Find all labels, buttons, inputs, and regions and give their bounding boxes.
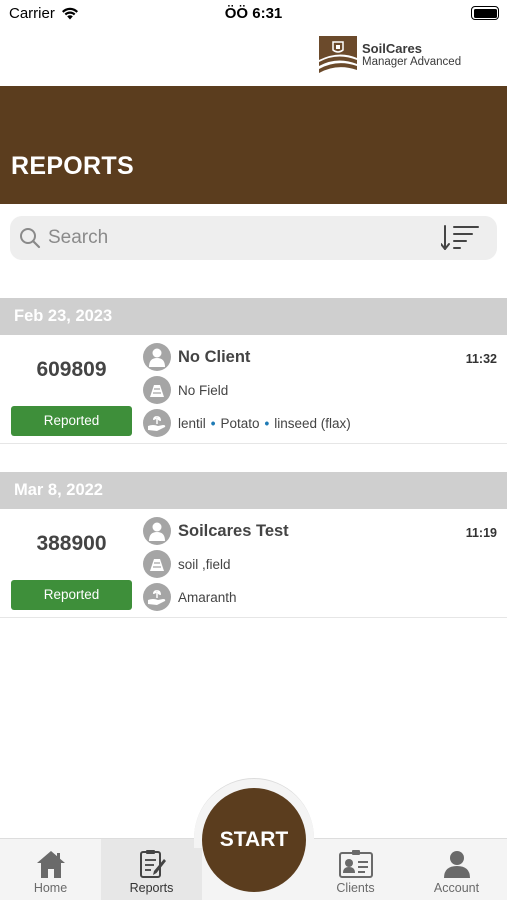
field-icon bbox=[143, 376, 171, 404]
crop-hand-icon bbox=[143, 583, 171, 611]
field-name: soil ,field bbox=[178, 556, 231, 572]
crop-name: lentil bbox=[178, 415, 206, 431]
brand-subtitle: Manager Advanced bbox=[362, 55, 462, 68]
reports-icon bbox=[139, 850, 166, 878]
field-row: No Field bbox=[143, 376, 228, 404]
crop-separator: • bbox=[210, 415, 216, 431]
tab-label: Account bbox=[433, 881, 480, 895]
crop-list: lentil • Potato • linseed (flax) bbox=[178, 416, 351, 431]
tab-account[interactable]: Account bbox=[406, 839, 507, 900]
status-bar: Carrier ÖÖ 6:31 bbox=[0, 0, 507, 28]
tab-label: Reports bbox=[129, 881, 174, 895]
client-name: Soilcares Test bbox=[178, 521, 289, 540]
page-title: REPORTS bbox=[11, 152, 134, 180]
soilcares-logo-icon bbox=[319, 36, 357, 74]
crop-name: linseed (flax) bbox=[274, 415, 351, 431]
crop-hand-icon bbox=[143, 409, 171, 437]
crops-row: lentil • Potato • linseed (flax) bbox=[143, 409, 351, 437]
crop-name: Amaranth bbox=[178, 589, 237, 605]
search-bar bbox=[10, 216, 497, 260]
tab-reports[interactable]: Reports bbox=[101, 839, 202, 900]
report-time: 11:32 bbox=[465, 352, 497, 366]
tab-clients[interactable]: Clients bbox=[305, 839, 406, 900]
tab-label: Clients bbox=[336, 881, 375, 895]
client-row: No Client bbox=[143, 343, 250, 371]
client-row: Soilcares Test bbox=[143, 517, 289, 545]
client-person-icon bbox=[143, 517, 171, 545]
crop-separator: • bbox=[264, 415, 270, 431]
crops-row: Amaranth bbox=[143, 583, 237, 611]
header-band: REPORTS bbox=[0, 86, 507, 204]
brand-logo: SoilCares Manager Advanced bbox=[319, 36, 461, 74]
account-icon bbox=[443, 851, 470, 878]
clients-icon bbox=[338, 850, 373, 878]
battery-icon bbox=[471, 6, 499, 20]
report-time: 11:19 bbox=[465, 526, 497, 540]
tab-label: Home bbox=[33, 881, 68, 895]
field-name: No Field bbox=[178, 382, 229, 398]
date-header: Feb 23, 2023 bbox=[0, 298, 507, 335]
report-card[interactable]: 609809 Reported No Client No Field lenti… bbox=[0, 336, 507, 444]
report-id: 609809 bbox=[36, 358, 107, 381]
start-button[interactable]: START bbox=[202, 788, 306, 892]
status-badge: Reported bbox=[11, 406, 132, 436]
home-icon bbox=[36, 851, 65, 878]
clock: ÖÖ 6:31 bbox=[224, 5, 283, 22]
client-name: No Client bbox=[178, 347, 251, 366]
status-badge: Reported bbox=[11, 580, 132, 610]
brand-name: SoilCares bbox=[362, 40, 422, 56]
crop-list: Amaranth bbox=[178, 590, 237, 605]
search-icon bbox=[20, 228, 41, 249]
crop-name: Potato bbox=[220, 415, 260, 431]
sort-icon[interactable] bbox=[441, 224, 481, 252]
report-card[interactable]: 388900 Reported Soilcares Test soil ,fie… bbox=[0, 510, 507, 618]
client-person-icon bbox=[143, 343, 171, 371]
field-row: soil ,field bbox=[143, 550, 231, 578]
search-input[interactable] bbox=[48, 222, 428, 254]
date-header: Mar 8, 2022 bbox=[0, 472, 507, 509]
field-icon bbox=[143, 550, 171, 578]
tab-home[interactable]: Home bbox=[0, 839, 101, 900]
report-id: 388900 bbox=[36, 532, 107, 555]
